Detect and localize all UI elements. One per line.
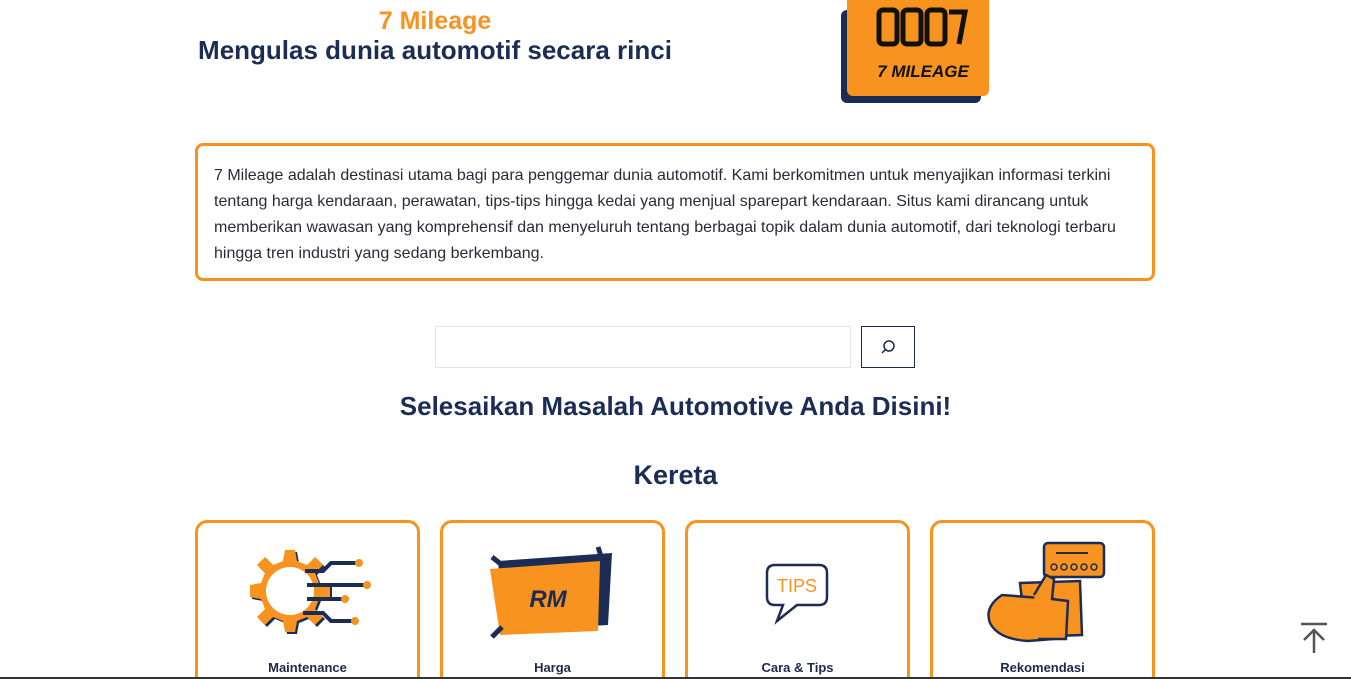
site-logo[interactable]: 7 MILEAGE — [841, 0, 989, 105]
category-heading: Kereta — [633, 460, 718, 490]
card-label-harga: Harga — [534, 660, 571, 675]
card-label-maintenance: Maintenance — [268, 660, 347, 675]
site-tagline: Mengulas dunia automotif secara rinci — [198, 35, 672, 65]
search-button[interactable] — [861, 326, 915, 368]
hero-text: 7 Mileage Mengulas dunia automotif secar… — [195, 6, 675, 64]
search-icon — [881, 340, 895, 354]
about-text: 7 Mileage adalah destinasi utama bagi pa… — [214, 167, 1116, 262]
hero-section: 7 Mileage Mengulas dunia automotif secar… — [195, 0, 1155, 110]
tips-bubble-icon: TIPS — [765, 563, 829, 625]
price-tag-icon: RM — [490, 546, 612, 639]
search-form — [435, 326, 915, 368]
card-harga[interactable]: RM Harga — [440, 520, 665, 679]
tips-text: TIPS — [777, 576, 817, 596]
card-maintenance[interactable]: Maintenance — [195, 520, 420, 679]
brand-name[interactable]: 7 Mileage — [195, 6, 675, 36]
section-heading: Selesaikan Masalah Automotive Anda Disin… — [399, 391, 952, 421]
scroll-to-top-icon[interactable] — [1298, 621, 1330, 655]
card-label-rekomendasi: Rekomendasi — [1000, 660, 1085, 675]
gear-circuit-icon — [250, 550, 371, 634]
about-box: 7 Mileage adalah destinasi utama bagi pa… — [195, 143, 1155, 281]
category-cards: Maintenance RM Harga TIPS Cara & Tips Re… — [195, 520, 1155, 679]
card-rekomendasi[interactable]: Rekomendasi — [930, 520, 1155, 679]
logo-text: 7 MILEAGE — [877, 62, 969, 81]
thumbs-up-review-icon — [987, 541, 1106, 643]
price-tag-text: RM — [529, 586, 567, 613]
card-label-cara-tips: Cara & Tips — [761, 660, 834, 675]
search-input[interactable] — [435, 326, 851, 368]
card-cara-tips[interactable]: TIPS Cara & Tips — [685, 520, 910, 679]
